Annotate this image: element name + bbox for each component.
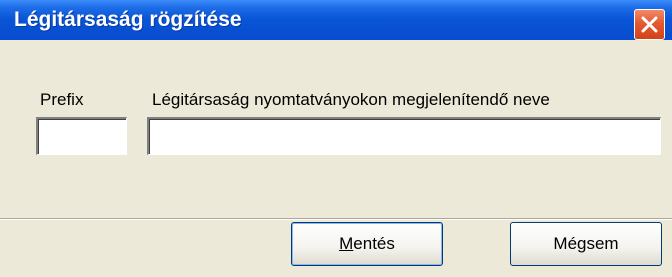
save-button[interactable]: Mentés <box>291 222 443 266</box>
cancel-button-label: Mégsem <box>553 234 619 253</box>
airline-name-field-frame <box>147 117 661 155</box>
close-button[interactable] <box>634 9 665 40</box>
button-area-separator-highlight <box>0 219 672 220</box>
close-icon <box>641 16 658 33</box>
prefix-field-frame <box>36 117 127 155</box>
save-button-label: entés <box>353 234 395 253</box>
save-button-mnemonic: M <box>339 234 354 253</box>
airline-name-input[interactable] <box>149 119 660 154</box>
prefix-input[interactable] <box>38 119 126 154</box>
airline-name-label: Légitársaság nyomtatványokon megjeleníte… <box>152 90 550 109</box>
cancel-button[interactable]: Mégsem <box>510 222 662 266</box>
dialog-window: Légitársaság rögzítése Prefix Légitársas… <box>0 0 672 277</box>
title-bar[interactable]: Légitársaság rögzítése <box>0 0 672 40</box>
window-title: Légitársaság rögzítése <box>14 8 242 31</box>
prefix-label: Prefix <box>40 90 84 109</box>
